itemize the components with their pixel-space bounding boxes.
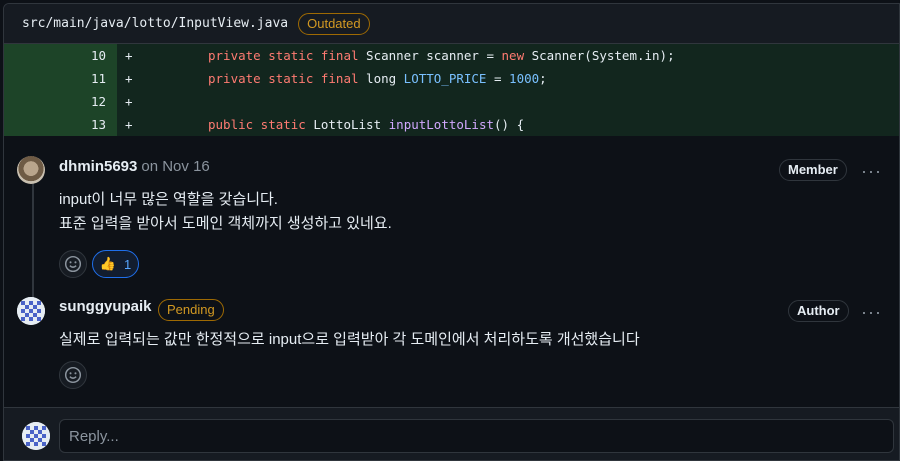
code-line: +: [117, 90, 899, 113]
file-path-link[interactable]: src/main/java/lotto/InputView.java: [22, 16, 288, 31]
identicon-icon: [17, 297, 45, 325]
author-badge: Author: [788, 300, 849, 322]
line-number[interactable]: 12: [4, 90, 117, 113]
comment-author: sunggyupaik: [59, 298, 152, 315]
member-badge: Member: [779, 159, 847, 181]
add-reaction-button[interactable]: [59, 250, 87, 278]
comment-body: input이 너무 많은 역할을 갖습니다. 표준 입력을 받아서 도메인 객체…: [59, 188, 392, 236]
identicon-icon: [22, 422, 50, 450]
outdated-badge: Outdated: [298, 12, 370, 35]
author-link[interactable]: dhmin5693: [59, 158, 137, 175]
reply-bar: [4, 407, 899, 460]
file-header: src/main/java/lotto/InputView.java Outda…: [4, 4, 899, 44]
diff-line: 10 + private static final Scanner scanner…: [4, 44, 899, 67]
more-options-icon[interactable]: ···: [861, 303, 882, 321]
line-number[interactable]: 13: [4, 113, 117, 136]
line-number[interactable]: 10: [4, 44, 117, 67]
comment-body: 실제로 입력되는 값만 한정적으로 input으로 입력받아 각 도메인에서 처…: [59, 328, 640, 352]
author-link[interactable]: sunggyupaik: [59, 298, 152, 315]
review-thread-card: src/main/java/lotto/InputView.java Outda…: [3, 3, 900, 461]
comment-body-line: 표준 입력을 받아서 도메인 객체까지 생성하고 있네요.: [59, 215, 392, 232]
comment-body-line: input이 너무 많은 역할을 갖습니다.: [59, 191, 278, 208]
more-options-icon[interactable]: ···: [861, 162, 882, 180]
comment-body-line: 실제로 입력되는 값만 한정적으로 input으로 입력받아 각 도메인에서 처…: [59, 331, 640, 348]
add-reaction-button[interactable]: [59, 361, 87, 389]
code-line: + private static final long LOTTO_PRICE =…: [117, 67, 899, 90]
current-user-avatar: [22, 422, 50, 450]
smiley-icon: [64, 366, 82, 384]
diff-line: 12 +: [4, 90, 899, 113]
reaction-count: 1: [123, 256, 132, 272]
pending-badge: Pending: [158, 299, 224, 321]
code-line: + private static final Scanner scanner = …: [117, 44, 899, 67]
line-number[interactable]: 11: [4, 67, 117, 90]
smiley-icon: [64, 255, 82, 273]
diff-line: 13 + public static LottoList inputLottoLi…: [4, 113, 899, 136]
reply-input[interactable]: [59, 419, 894, 453]
thread-timeline: [32, 177, 34, 299]
diff-hunk: 10 + private static final Scanner scanner…: [4, 44, 899, 136]
comment-timestamp[interactable]: on Nov 16: [141, 158, 209, 175]
comment-author: dhmin5693 on Nov 16: [59, 158, 210, 175]
code-line: + public static LottoList inputLottoList(…: [117, 113, 899, 136]
avatar[interactable]: [17, 297, 45, 325]
diff-line: 11 + private static final long LOTTO_PRIC…: [4, 67, 899, 90]
thumbs-up-icon: 👍: [99, 256, 116, 271]
thumbs-up-reaction[interactable]: 👍 1: [92, 250, 139, 278]
avatar[interactable]: [17, 156, 45, 184]
